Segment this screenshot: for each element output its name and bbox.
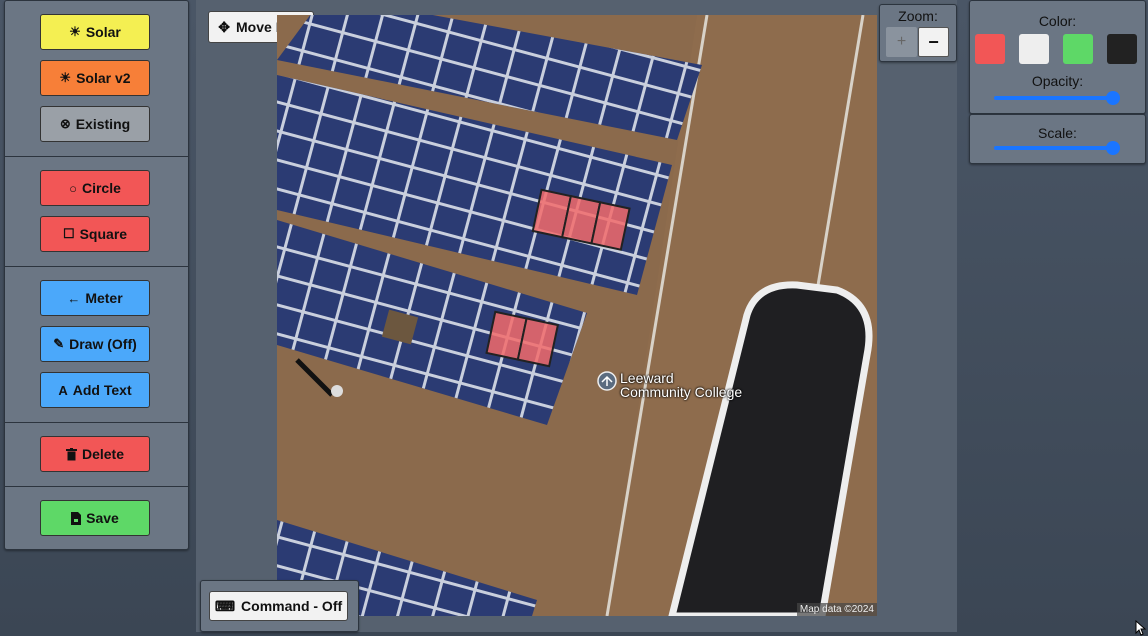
delete-button[interactable]: Delete (40, 436, 150, 472)
zoom-out-button[interactable]: − (918, 27, 949, 57)
circle-button[interactable]: ○ Circle (40, 170, 150, 206)
add-text-button[interactable]: A Add Text (40, 372, 150, 408)
minus-icon: − (928, 31, 939, 52)
command-panel: ⌨ Command - Off (200, 580, 359, 632)
map-attribution: Map data ©2024 (796, 603, 877, 616)
zoom-panel: Zoom: + − (879, 4, 957, 62)
save-button-label: Save (86, 510, 119, 526)
place-label: Leeward Community College (620, 371, 742, 399)
draw-button[interactable]: ✎ Draw (Off) (40, 326, 150, 362)
tool-panel: ☀ Solar ☀ Solar v2 ⊗ Existing ○ Circle ☐… (4, 0, 189, 550)
divider (5, 422, 188, 423)
zoom-label: Zoom: (898, 8, 938, 24)
meter-button[interactable]: ← Meter (40, 280, 150, 316)
scale-panel: Scale: (969, 114, 1146, 164)
place-label-line1: Leeward (620, 370, 674, 386)
text-icon: A (58, 382, 68, 398)
trash-icon (65, 447, 77, 461)
place-label-line2: Community College (620, 384, 743, 400)
arrow-left-icon: ← (67, 290, 81, 306)
divider (5, 156, 188, 157)
opacity-label: Opacity: (1031, 73, 1084, 89)
scale-track (994, 146, 1120, 150)
opacity-track (994, 96, 1120, 100)
map-imagery (277, 15, 877, 616)
add-text-button-label: Add Text (72, 382, 132, 398)
existing-button-label: Existing (75, 116, 131, 132)
square-icon: ☐ (62, 226, 75, 241)
color-label: Color: (1038, 13, 1077, 29)
circle-x-icon: ⊗ (59, 116, 71, 131)
command-toggle-button[interactable]: ⌨ Command - Off (209, 591, 348, 621)
scale-thumb[interactable] (1106, 141, 1120, 155)
circle-button-label: Circle (81, 180, 121, 196)
solar-v2-button[interactable]: ☀ Solar v2 (40, 60, 150, 96)
color-swatch[interactable] (1063, 34, 1093, 64)
meter-button-label: Meter (85, 290, 123, 306)
mouse-cursor-icon (1135, 620, 1147, 636)
plus-icon: + (896, 33, 907, 50)
solar-button-label: Solar (85, 24, 121, 40)
style-panel: Color: Opacity: (969, 0, 1146, 114)
scale-label: Scale: (1038, 125, 1077, 141)
solar-button[interactable]: ☀ Solar (40, 14, 150, 50)
color-swatch[interactable] (1107, 34, 1137, 64)
zoom-in-button[interactable]: + (886, 27, 917, 57)
color-swatch[interactable] (975, 34, 1005, 64)
sun-icon: ☀ (69, 24, 81, 39)
move-icon: ✥ (218, 18, 231, 35)
existing-button[interactable]: ⊗ Existing (40, 106, 150, 142)
delete-button-label: Delete (81, 446, 125, 462)
satellite-map[interactable]: Leeward Community College Map data ©2024 (277, 15, 877, 616)
square-button[interactable]: ☐ Square (40, 216, 150, 252)
circle-icon: ○ (69, 180, 77, 196)
scale-slider[interactable] (994, 141, 1120, 155)
keyboard-icon: ⌨ (214, 597, 236, 614)
opacity-slider[interactable] (994, 91, 1120, 105)
pencil-icon: ✎ (53, 336, 65, 351)
divider (5, 486, 188, 487)
color-swatch[interactable] (1019, 34, 1049, 64)
command-label: Command - Off (241, 598, 343, 614)
opacity-thumb[interactable] (1106, 91, 1120, 105)
divider (5, 266, 188, 267)
save-button[interactable]: Save (40, 500, 150, 536)
draw-button-label: Draw (Off) (69, 336, 137, 352)
file-save-icon (71, 511, 82, 525)
square-button-label: Square (79, 226, 128, 242)
solar-v2-button-label: Solar v2 (76, 70, 131, 86)
sun-icon: ☀ (59, 70, 72, 85)
